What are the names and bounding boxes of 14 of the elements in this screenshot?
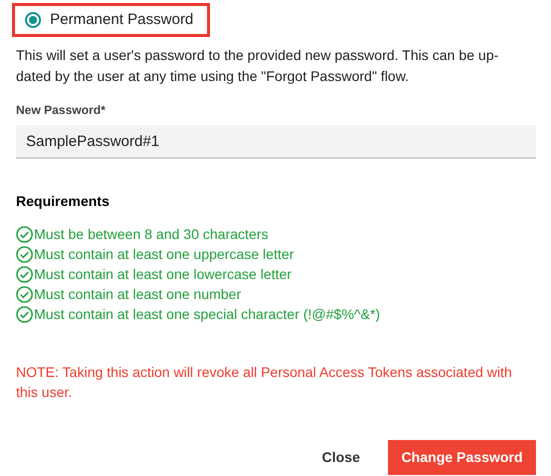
password-field[interactable]: SamplePassword#1 (16, 125, 536, 159)
requirement-text: Must be between 8 and 30 characters (34, 224, 268, 244)
close-button[interactable]: Close (318, 440, 364, 474)
description-text: This will set a user's password to the provided new password. This can be up- dated by the user at any time using the "Forgot Password" flow. (16, 46, 499, 86)
requirements-heading: Requirements (16, 192, 110, 211)
requirement-text: Must contain at least one lowercase letter (34, 264, 292, 284)
requirement-text: Must contain at least one special character (!@#$%^&*) (34, 304, 380, 324)
radio-button[interactable] (25, 12, 41, 28)
field-label: New Password* (16, 102, 106, 119)
requirement-text: Must contain at least one uppercase letter (34, 244, 294, 264)
change-password-button[interactable]: Change Password (388, 440, 536, 475)
permanent-password-option[interactable]: Permanent Password (12, 3, 210, 37)
requirement-text: Must contain at least one number (34, 284, 242, 304)
warning-note: NOTE: Taking this action will revoke all Personal Access Tokens associated with this user. (16, 363, 513, 402)
